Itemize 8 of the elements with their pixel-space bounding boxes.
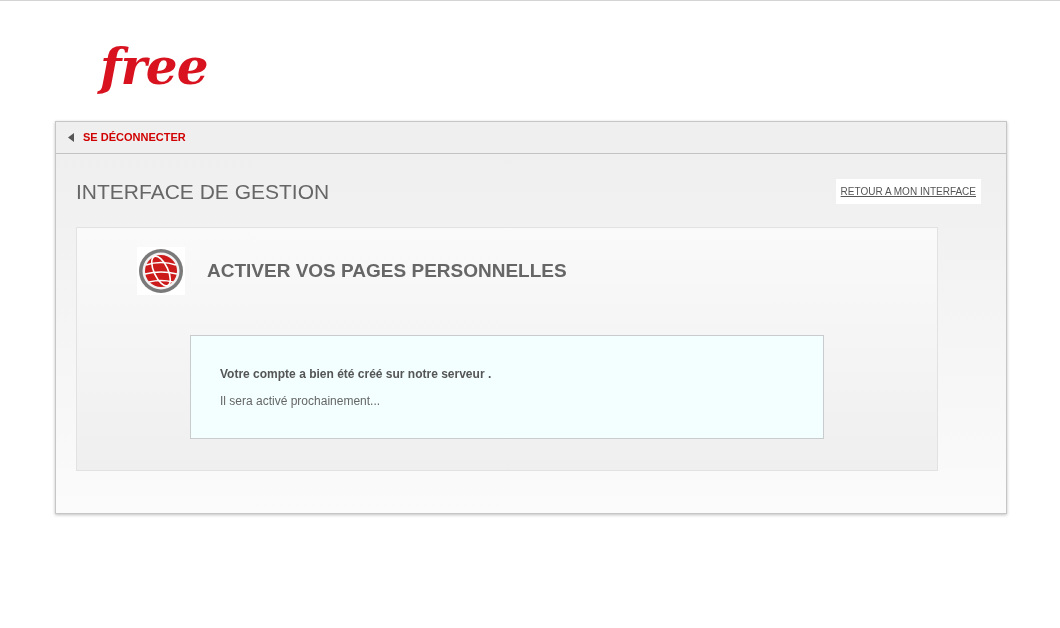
page-title: INTERFACE DE GESTION [76, 179, 330, 204]
globe-icon [137, 247, 185, 295]
message-title: Votre compte a bien été créé sur notre serveur . [220, 366, 493, 382]
section-title: ACTIVER VOS PAGES PERSONNELLES [207, 258, 567, 283]
message-text: Il sera activé prochainement... [220, 393, 382, 409]
back-button[interactable]: RETOUR A MON INTERFACE [835, 179, 981, 204]
logout-link[interactable]: SE DÉCONNECTER [83, 129, 186, 146]
caret-left-icon [68, 133, 74, 142]
